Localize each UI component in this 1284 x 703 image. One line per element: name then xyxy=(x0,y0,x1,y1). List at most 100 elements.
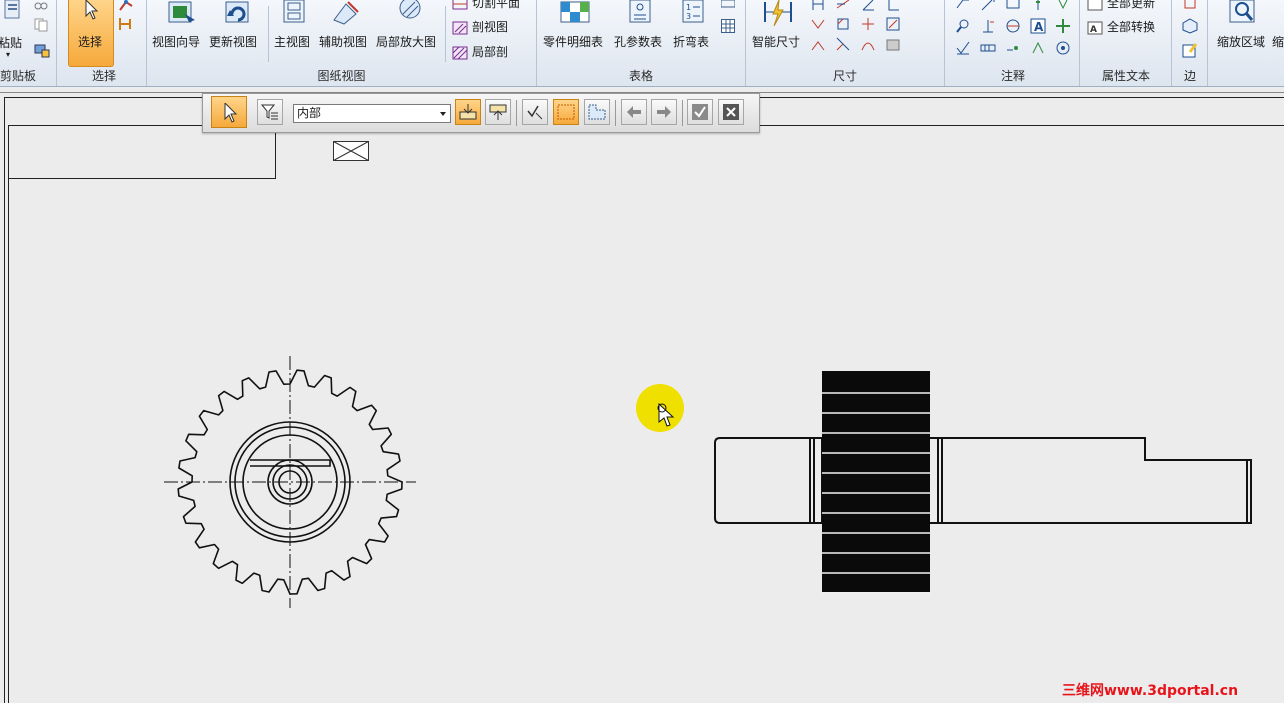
balloon-icon[interactable] xyxy=(1005,0,1021,12)
back-button[interactable] xyxy=(621,99,647,125)
zoom-area-button[interactable]: 缩放区域 xyxy=(1214,0,1270,49)
feature-control-icon[interactable] xyxy=(980,40,996,56)
edge-condition-icon[interactable] xyxy=(1030,40,1046,56)
cutting-plane-label: 切割平面 xyxy=(472,0,521,10)
broken-out-button[interactable]: 局部剖 xyxy=(452,43,508,60)
paste-dropdown-icon[interactable]: ▾ xyxy=(6,50,10,59)
coordinate-dimension-icon[interactable] xyxy=(885,0,901,12)
parts-list-button[interactable]: 零件明细表 xyxy=(541,0,609,49)
zoom-fit-label[interactable]: 缩 xyxy=(1272,33,1284,50)
edge-painter-icon[interactable] xyxy=(1182,42,1198,58)
accept-button[interactable] xyxy=(687,99,713,125)
auxiliary-view-icon xyxy=(333,1,359,25)
distance-dimension-icon[interactable] xyxy=(835,0,851,12)
select-group-label: 选择 xyxy=(91,69,116,83)
text-icon[interactable]: A xyxy=(1030,18,1046,34)
overlap-box-icon xyxy=(588,104,606,120)
angle-dimension-icon[interactable] xyxy=(860,0,876,12)
filter-combo-value: 内部 xyxy=(297,106,322,120)
detail-view-button[interactable]: 局部放大图 xyxy=(375,0,441,49)
section-view-button[interactable]: 剖视图 xyxy=(452,18,508,35)
cut-icon[interactable] xyxy=(34,0,48,10)
update-views-button[interactable]: 更新视图 xyxy=(209,0,265,49)
tables-group-label: 表格 xyxy=(628,69,653,83)
magnify-annotation-icon[interactable] xyxy=(955,18,971,34)
symmetric-dimension-icon[interactable] xyxy=(810,16,826,32)
centerline-icon[interactable] xyxy=(1055,18,1071,34)
gear-front-view[interactable] xyxy=(160,352,420,612)
select-out-button[interactable] xyxy=(485,99,511,125)
principal-view-button[interactable]: 主视图 xyxy=(273,0,315,49)
principal-view-icon xyxy=(283,0,305,23)
table-grid-icon[interactable] xyxy=(721,19,735,33)
select-out-icon xyxy=(489,104,507,120)
envelope-icon xyxy=(333,141,369,161)
auxiliary-view-label: 辅助视图 xyxy=(319,35,368,49)
select-into-button[interactable] xyxy=(455,99,481,125)
auto-dimension-icon[interactable] xyxy=(885,16,901,32)
dimension-style-icon[interactable] xyxy=(885,36,901,52)
smart-dimension-button[interactable]: 智能尺寸 xyxy=(752,0,804,49)
update-all-button[interactable]: 全部更新 xyxy=(1087,0,1155,11)
auxiliary-view-button[interactable]: 辅助视图 xyxy=(319,0,371,49)
select-filter-button[interactable] xyxy=(257,99,283,125)
weld-symbol-icon[interactable] xyxy=(1030,0,1046,12)
arc-dimension-icon[interactable] xyxy=(860,36,876,52)
leader-icon[interactable] xyxy=(980,0,996,12)
angular-coordinate-icon[interactable] xyxy=(860,16,876,32)
select-label: 选择 xyxy=(78,35,103,49)
filter-icon xyxy=(261,104,278,120)
title-block-bottom xyxy=(8,178,276,179)
convert-all-button[interactable]: A 全部转换 xyxy=(1087,18,1155,35)
center-mark-icon[interactable] xyxy=(1005,18,1021,34)
select-checked-button[interactable] xyxy=(522,99,548,125)
edge-icon[interactable] xyxy=(1182,0,1198,10)
select-arrow-button[interactable] xyxy=(211,96,247,128)
drawing-views-group-label: 图纸视图 xyxy=(317,69,366,83)
ribbon: 粘贴 ▾ 剪贴板 选择 选择 视图向导 更新视图 主视图 辅助视图 局部放大图 … xyxy=(0,0,1284,87)
cancel-button[interactable] xyxy=(718,99,744,125)
close-icon xyxy=(723,104,739,120)
linear-dimension-icon[interactable] xyxy=(810,0,826,12)
select-command-bar: 内部 xyxy=(202,93,760,133)
view-wizard-label: 视图向导 xyxy=(152,35,201,49)
gear-teeth-block xyxy=(822,371,930,592)
select-filter-icon[interactable] xyxy=(118,16,134,32)
connector-icon[interactable] xyxy=(1055,40,1071,56)
svg-text:3: 3 xyxy=(686,12,691,21)
chamfer-dimension-icon[interactable] xyxy=(835,16,851,32)
bolt-hole-icon[interactable] xyxy=(1005,40,1021,56)
hole-table-label: 孔参数表 xyxy=(614,35,663,49)
paste-label: 粘贴 xyxy=(0,36,23,50)
property-text-group: 全部更新 A 全部转换 属性文本 xyxy=(1081,0,1172,86)
detail-view-label: 局部放大图 xyxy=(376,35,437,49)
datum-icon[interactable] xyxy=(980,18,996,34)
forward-button[interactable] xyxy=(651,99,677,125)
format-painter-icon[interactable] xyxy=(34,42,50,58)
paste-button[interactable]: 粘贴 ▾ xyxy=(0,0,24,59)
diameter-dimension-icon[interactable] xyxy=(835,36,851,52)
svg-text:1: 1 xyxy=(686,3,691,12)
inside-box-button[interactable] xyxy=(553,99,579,125)
broken-out-label: 局部剖 xyxy=(472,45,509,59)
watermark-text: 三维网www.3dportal.cn xyxy=(1062,683,1239,699)
table-icon[interactable] xyxy=(721,0,735,8)
chevron-down-icon[interactable] xyxy=(436,105,450,122)
zoom-area-label: 缩放区域 xyxy=(1217,35,1266,49)
radius-dimension-icon[interactable] xyxy=(810,36,826,52)
hole-table-button[interactable]: 孔参数表 xyxy=(613,0,667,49)
view-wizard-button[interactable]: 视图向导 xyxy=(151,0,213,49)
view-wizard-icon xyxy=(168,1,195,23)
bend-table-button[interactable]: 13 折弯表 xyxy=(671,0,715,49)
filter-combo[interactable]: 内部 xyxy=(293,104,451,123)
check-mark-icon[interactable] xyxy=(955,40,971,56)
select-tool-icon[interactable] xyxy=(118,0,134,12)
callout-icon[interactable] xyxy=(955,0,971,12)
select-button[interactable]: 选择 xyxy=(68,0,114,67)
surface-texture-icon[interactable] xyxy=(1055,0,1071,12)
gear-shaft-side-view[interactable] xyxy=(710,365,1258,597)
cutting-plane-button[interactable]: 切割平面 xyxy=(452,0,520,11)
copy-icon[interactable] xyxy=(34,18,48,32)
overlap-box-button[interactable] xyxy=(584,99,610,125)
edge-display-icon[interactable] xyxy=(1182,18,1198,34)
